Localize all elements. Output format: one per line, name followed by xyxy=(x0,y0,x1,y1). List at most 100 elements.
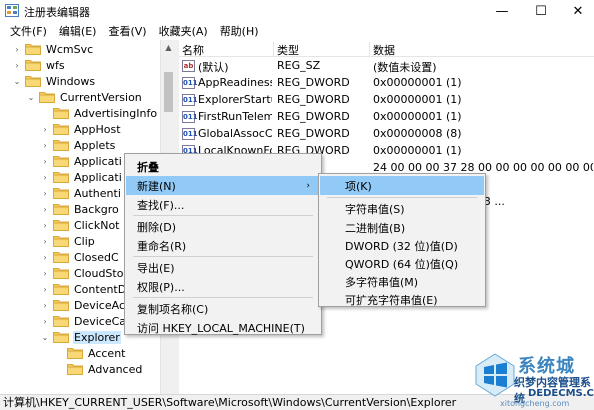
tree-node[interactable]: › Applicati xyxy=(40,153,123,169)
tree-node-label: Advanced xyxy=(88,362,143,376)
menu-help[interactable]: 帮助(H) xyxy=(214,23,265,39)
tree-node[interactable]: › Applicati xyxy=(40,169,123,185)
tree-node[interactable]: Advanced xyxy=(54,361,143,377)
menu-edit[interactable]: 编辑(E) xyxy=(53,23,103,39)
tree-node[interactable]: › Authenti xyxy=(40,185,122,201)
ctx-collapse[interactable]: 折叠 xyxy=(126,157,320,176)
new-binary-value[interactable]: 二进制值(B) xyxy=(320,218,484,237)
scroll-up-arrow-icon[interactable]: ▲ xyxy=(161,40,176,54)
expand-chevron-icon[interactable]: › xyxy=(40,205,50,214)
tree-node[interactable]: › Applets xyxy=(40,137,116,153)
expand-chevron-icon[interactable]: › xyxy=(40,125,50,134)
expand-chevron-icon[interactable]: › xyxy=(40,173,50,182)
new-key[interactable]: 项(K) xyxy=(320,176,484,195)
tree-node[interactable]: › WcmSvc xyxy=(12,41,94,57)
close-button[interactable]: ✕ xyxy=(560,0,594,22)
expand-chevron-icon[interactable]: › xyxy=(40,317,50,326)
tree-node[interactable]: › ClosedC xyxy=(40,249,120,265)
menu-item-label: 访问 HKEY_LOCAL_MACHINE(T) xyxy=(137,321,305,335)
collapse-chevron-icon[interactable]: ⌄ xyxy=(12,77,22,86)
tree-node[interactable]: ⌄ CurrentVersion xyxy=(26,89,143,105)
tree-node[interactable]: › DeviceAc xyxy=(40,297,126,313)
new-string-value[interactable]: 字符串值(S) xyxy=(320,199,484,218)
tree-node[interactable]: Accent xyxy=(54,345,126,361)
expand-chevron-icon[interactable]: › xyxy=(12,61,22,70)
status-path: 计算机\HKEY_CURRENT_USER\Software\Microsoft… xyxy=(3,396,457,409)
value-row[interactable]: ab (默认) REG_SZ (数值未设置) xyxy=(179,58,594,75)
minimize-button[interactable]: — xyxy=(484,0,520,22)
folder-icon xyxy=(53,155,73,167)
tree-node[interactable]: › CloudSto xyxy=(40,265,124,281)
expand-chevron-icon[interactable]: › xyxy=(12,45,22,54)
expand-chevron-icon[interactable]: › xyxy=(40,253,50,262)
collapse-chevron-icon[interactable]: ⌄ xyxy=(26,93,36,102)
value-type: REG_DWORD xyxy=(277,76,350,89)
tree-node[interactable]: ⌄ Windows xyxy=(12,73,96,89)
tree-node[interactable]: › DeviceCa xyxy=(40,313,127,329)
ctx-rename[interactable]: 重命名(R) xyxy=(126,236,320,255)
tree-node-label: DeviceCa xyxy=(74,314,127,328)
value-data: 0x00000001 (1) xyxy=(373,93,462,106)
menu-item-label: DWORD (32 位)值(D) xyxy=(345,239,458,253)
folder-icon xyxy=(25,43,45,55)
tree-node[interactable]: › ClickNot xyxy=(40,217,120,233)
ctx-find[interactable]: 查找(F)... xyxy=(126,195,320,214)
menu-file[interactable]: 文件(F) xyxy=(4,23,53,39)
value-row[interactable]: 011AppReadiness... REG_DWORD 0x00000001 (1… xyxy=(179,75,594,92)
new-multi-string-value[interactable]: 多字符串值(M) xyxy=(320,272,484,291)
tree-node[interactable]: ⌄ Explorer xyxy=(40,329,121,345)
value-row[interactable]: 011ExplorerStartu... REG_DWORD 0x00000001 … xyxy=(179,92,594,109)
new-dword-value[interactable]: DWORD (32 位)值(D) xyxy=(320,236,484,255)
new-qword-value[interactable]: QWORD (64 位)值(Q) xyxy=(320,254,484,273)
expand-chevron-icon[interactable]: › xyxy=(40,237,50,246)
value-data: 0x00000001 (1) xyxy=(373,110,462,123)
expand-chevron-icon[interactable]: › xyxy=(40,189,50,198)
ctx-permissions[interactable]: 权限(P)... xyxy=(126,277,320,296)
ctx-delete[interactable]: 删除(D) xyxy=(126,217,320,236)
ctx-new[interactable]: 新建(N) › xyxy=(126,176,320,195)
close-icon: ✕ xyxy=(572,3,584,19)
menu-view[interactable]: 查看(V) xyxy=(102,23,152,39)
tree-node[interactable]: AdvertisingInfo xyxy=(40,105,158,121)
folder-icon xyxy=(53,187,73,199)
value-name: FirstRunTelem... xyxy=(198,110,272,123)
folder-icon xyxy=(53,235,73,247)
binary-value-icon: 011 xyxy=(182,77,198,89)
folder-icon xyxy=(25,59,45,71)
expand-chevron-icon[interactable]: › xyxy=(40,285,50,294)
menu-favorites[interactable]: 收藏夹(A) xyxy=(153,23,214,39)
ctx-export[interactable]: 导出(E) xyxy=(126,258,320,277)
folder-icon xyxy=(53,123,73,135)
value-row[interactable]: 011FirstRunTelem... REG_DWORD 0x00000001 (… xyxy=(179,109,594,126)
tree-node[interactable]: › Backgro xyxy=(40,201,120,217)
new-expandable-string-value[interactable]: 可扩充字符串值(E) xyxy=(320,290,484,309)
watermark-domain: DEDECMS.COM xyxy=(528,388,594,399)
column-header-data[interactable]: 数据 xyxy=(370,42,594,57)
tree-node[interactable]: › wfs xyxy=(12,57,66,73)
expand-chevron-icon[interactable]: › xyxy=(40,157,50,166)
value-data: (数值未设置) xyxy=(373,61,437,74)
ctx-copy-key-name[interactable]: 复制项名称(C) xyxy=(126,299,320,318)
ctx-goto-hklm[interactable]: 访问 HKEY_LOCAL_MACHINE(T) xyxy=(126,318,320,337)
tree-node-label: Clip xyxy=(74,234,95,248)
value-name: ExplorerStartu... xyxy=(198,93,272,106)
tree-node-label: CurrentVersion xyxy=(60,90,142,104)
expand-chevron-icon[interactable]: › xyxy=(40,221,50,230)
tree-node[interactable]: › ContentD xyxy=(40,281,127,297)
scrollbar-thumb[interactable] xyxy=(164,72,173,112)
context-menu: 折叠 新建(N) › 查找(F)... 删除(D) 重命名(R) 导出(E) 权限(P)...… xyxy=(124,153,322,335)
expand-chevron-icon[interactable]: › xyxy=(40,141,50,150)
tree-node[interactable]: › Clip xyxy=(40,233,96,249)
collapse-chevron-icon[interactable]: ⌄ xyxy=(40,333,50,342)
maximize-button[interactable]: ☐ xyxy=(523,0,559,22)
menu-item-label: 导出(E) xyxy=(137,261,175,275)
expand-chevron-icon[interactable]: › xyxy=(40,269,50,278)
column-header-name[interactable]: 名称 xyxy=(179,42,274,57)
value-row[interactable]: 011GlobalAssocC... REG_DWORD 0x00000008 (8… xyxy=(179,126,594,143)
menu-item-label: 多字符串值(M) xyxy=(345,275,419,289)
folder-icon xyxy=(53,203,73,215)
watermark-url: xitongcheng.com xyxy=(500,399,570,408)
tree-node[interactable]: › AppHost xyxy=(40,121,122,137)
column-header-type[interactable]: 类型 xyxy=(274,42,370,57)
expand-chevron-icon[interactable]: › xyxy=(40,301,50,310)
